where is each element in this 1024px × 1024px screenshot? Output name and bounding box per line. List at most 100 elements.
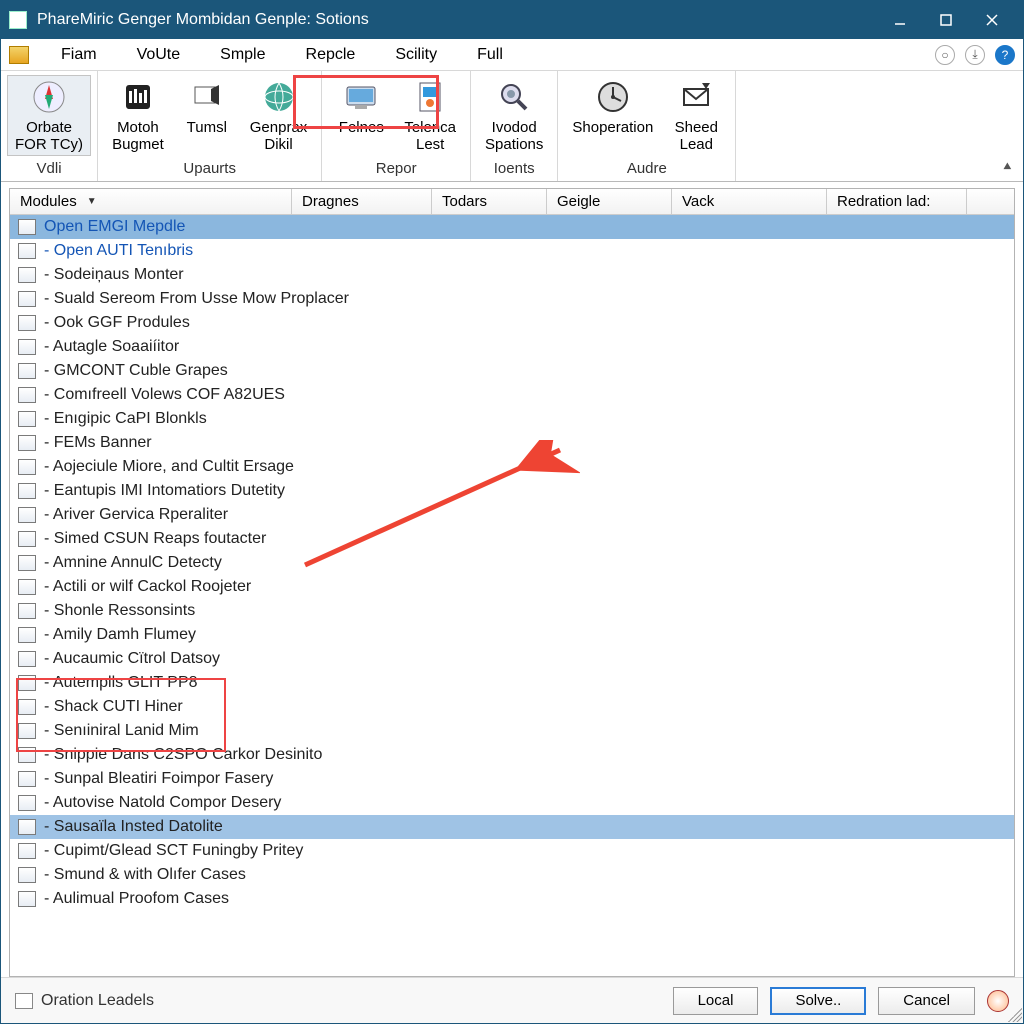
list-item[interactable]: - Aulimual Proofom Cases <box>10 887 1014 911</box>
item-label: - Senıiniral Lanid Mim <box>44 722 199 740</box>
list-item[interactable]: - Open AUTI Tenıbris <box>10 239 1014 263</box>
column-headers: Modules▼DragnesTodarsGeigleVackRedration… <box>10 189 1014 215</box>
ribbon-group-caption: Upaurts <box>183 156 236 179</box>
list-item[interactable]: - Senıiniral Lanid Mim <box>10 719 1014 743</box>
list-item[interactable]: - Enıgipic CaPI Blonkls <box>10 407 1014 431</box>
item-icon <box>18 387 36 403</box>
item-label: - Sunpal Bleatiri Foimpor Fasery <box>44 770 273 788</box>
help-icon[interactable]: ? <box>995 45 1015 65</box>
item-label: - GMCONT Cuble Grapes <box>44 362 228 380</box>
download-icon[interactable]: ⤓ <box>965 45 985 65</box>
list-item[interactable]: - Amily Damh Flumey <box>10 623 1014 647</box>
list-item[interactable]: - Smund & with Olıfer Cases <box>10 863 1014 887</box>
item-label: - Ariver Gervica Rperaliter <box>44 506 228 524</box>
menu-item[interactable]: Fiam <box>43 42 115 68</box>
list-panel: Modules▼DragnesTodarsGeigleVackRedration… <box>9 188 1015 978</box>
list-item[interactable]: - Shonle Ressonsints <box>10 599 1014 623</box>
list-item[interactable]: - Simed CSUN Reaps foutacter <box>10 527 1014 551</box>
ribbon-button[interactable]: GenpraxDikil <box>242 75 316 156</box>
solve-button[interactable]: Solve.. <box>770 987 866 1015</box>
list-item[interactable]: - Aojeciule Miore, and Cultit Ersage <box>10 455 1014 479</box>
ribbon-button[interactable]: Felnes <box>328 75 394 156</box>
item-icon <box>18 291 36 307</box>
column-header[interactable]: Modules▼ <box>10 189 292 214</box>
ribbon-label: Sheed <box>675 119 718 136</box>
list-item[interactable]: - GMCONT Cuble Grapes <box>10 359 1014 383</box>
item-icon <box>18 771 36 787</box>
item-label: - Amnine AnnulC Detecty <box>44 554 222 572</box>
item-label: - Autovise Natold Compor Desery <box>44 794 281 812</box>
item-icon <box>18 315 36 331</box>
list-item[interactable]: - Amnine AnnulC Detecty <box>10 551 1014 575</box>
sort-chevron-icon: ▼ <box>87 196 97 207</box>
menu-item[interactable]: Full <box>459 42 521 68</box>
column-header[interactable]: Todars <box>432 189 547 214</box>
list-item[interactable]: - Ook GGF Produles <box>10 311 1014 335</box>
ribbon-button[interactable]: TelencaLest <box>396 75 464 156</box>
list-item[interactable]: - FEMs Banner <box>10 431 1014 455</box>
maximize-button[interactable] <box>923 1 969 39</box>
list-item[interactable]: - Shack CUTI Hiner <box>10 695 1014 719</box>
column-header[interactable]: Geigle <box>547 189 672 214</box>
ribbon-group-caption: Ioents <box>494 156 535 179</box>
ribbon-label: Genprax <box>250 119 308 136</box>
list-rows[interactable]: Open EMGI Mepdle- Open AUTI Tenıbris- So… <box>10 215 1014 977</box>
item-icon <box>18 339 36 355</box>
ribbon-group: MotohBugmetTumsl GenpraxDikil Upaurts <box>98 71 322 181</box>
item-icon <box>18 531 36 547</box>
ribbon-button[interactable]: OrbateFOR TCy) <box>7 75 91 156</box>
collapse-ribbon-icon[interactable]: ⯅ <box>1002 158 1013 175</box>
menu-item[interactable]: Repcle <box>288 42 374 68</box>
window-title: PhareMiric Genger Mombidan Genple: Sotio… <box>37 11 877 29</box>
minimize-button[interactable] <box>877 1 923 39</box>
list-item[interactable]: - Autovise Natold Compor Desery <box>10 791 1014 815</box>
list-item[interactable]: - Sausaïla Insted Datolite <box>10 815 1014 839</box>
list-item[interactable]: - Eantupis IMI Intomatiors Dutetity <box>10 479 1014 503</box>
app-window: PhareMiric Genger Mombidan Genple: Sotio… <box>0 0 1024 1024</box>
ribbon-icon <box>187 77 227 117</box>
ribbon-label: Orbate <box>26 119 72 136</box>
list-item[interactable]: - Suald Sereom From Usse Mow Proplacer <box>10 287 1014 311</box>
list-item[interactable]: - Sunpal Bleatiri Foimpor Fasery <box>10 767 1014 791</box>
ribbon-group: Felnes TelencaLestRepor <box>322 71 471 181</box>
ribbon-label: Spations <box>485 136 543 153</box>
column-header[interactable]: Redration lad: <box>827 189 967 214</box>
column-header[interactable]: Vack <box>672 189 827 214</box>
ribbon-group: IvododSpationsIoents <box>471 71 558 181</box>
list-item[interactable]: - Sodeiņaus Monter <box>10 263 1014 287</box>
item-label: - Cupimt/Glead SCT Funingby Pritey <box>44 842 303 860</box>
item-icon <box>18 267 36 283</box>
ribbon-button[interactable]: Tumsl <box>174 75 240 156</box>
list-item[interactable]: Open EMGI Mepdle <box>10 215 1014 239</box>
local-button[interactable]: Local <box>673 987 759 1015</box>
close-button[interactable] <box>969 1 1015 39</box>
item-label: - Simed CSUN Reaps foutacter <box>44 530 266 548</box>
ribbon-icon <box>593 77 633 117</box>
item-label: - Enıgipic CaPI Blonkls <box>44 410 207 428</box>
list-item[interactable]: - Cupimt/Glead SCT Funingby Pritey <box>10 839 1014 863</box>
list-item[interactable]: - Autemplls GLIT PP8 <box>10 671 1014 695</box>
list-item[interactable]: - Aucaumic Cïtrol Datsoy <box>10 647 1014 671</box>
menu-item[interactable]: VoUte <box>119 42 199 68</box>
ribbon-button[interactable]: Shoperation <box>564 75 661 156</box>
item-icon <box>18 483 36 499</box>
circle-icon[interactable]: ○ <box>935 45 955 65</box>
list-item[interactable]: - Autagle Soaaiíitor <box>10 335 1014 359</box>
list-item[interactable]: - Actili or wilf Cackol Roojeter <box>10 575 1014 599</box>
ribbon-button[interactable]: SheedLead <box>663 75 729 156</box>
ribbon-group: Shoperation SheedLeadAudre <box>558 71 736 181</box>
status-indicator-icon[interactable] <box>987 990 1009 1012</box>
column-header[interactable]: Dragnes <box>292 189 432 214</box>
menu-item[interactable]: Scility <box>377 42 455 68</box>
resize-grip[interactable] <box>1008 1008 1022 1022</box>
menu-item[interactable]: Smple <box>202 42 283 68</box>
list-item[interactable]: - Ariver Gervica Rperaliter <box>10 503 1014 527</box>
app-icon <box>9 11 27 29</box>
list-item[interactable]: - Snippie Dans C2SPO Carkor Desinito <box>10 743 1014 767</box>
ribbon-group-caption: Vdli <box>37 156 62 179</box>
list-item[interactable]: - Comıfreell Volews COF A82UES <box>10 383 1014 407</box>
file-icon[interactable] <box>9 46 29 64</box>
cancel-button[interactable]: Cancel <box>878 987 975 1015</box>
ribbon-button[interactable]: IvododSpations <box>477 75 551 156</box>
ribbon-button[interactable]: MotohBugmet <box>104 75 172 156</box>
